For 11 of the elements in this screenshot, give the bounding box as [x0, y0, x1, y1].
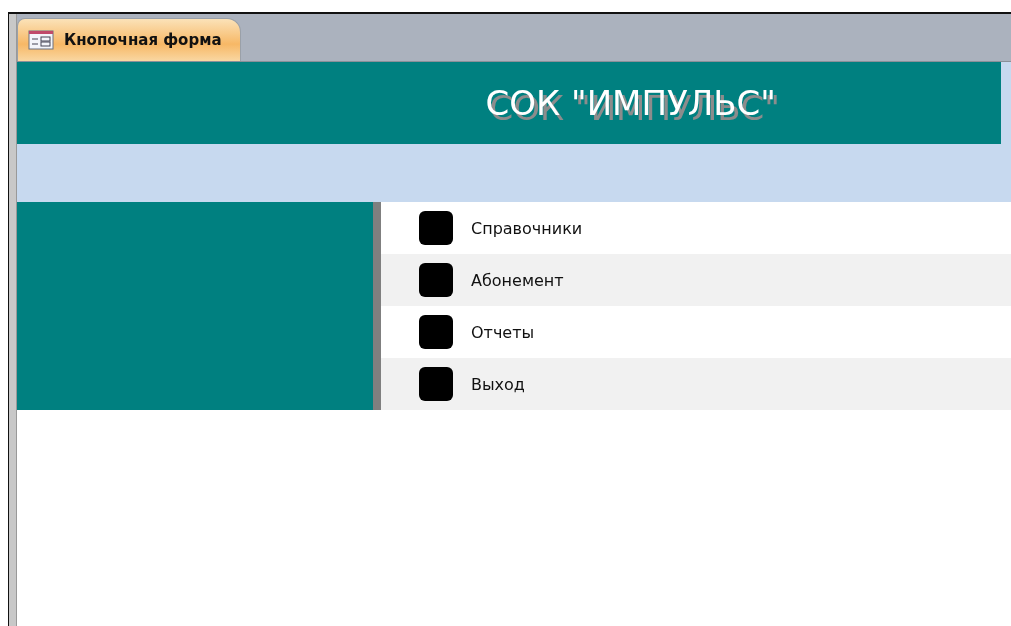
- form-icon: [28, 30, 54, 50]
- menu-button[interactable]: [419, 263, 453, 297]
- menu-label: Отчеты: [471, 322, 535, 342]
- menu-label: Выход: [471, 374, 525, 394]
- menu-label: Справочники: [471, 218, 583, 238]
- menu-button[interactable]: [419, 211, 453, 245]
- menu-button[interactable]: [419, 367, 453, 401]
- form-tab[interactable]: Кнопочная форма: [17, 18, 241, 61]
- form-title: СОК "ИМПУЛЬС": [485, 83, 776, 123]
- menu-label: Абонемент: [471, 270, 564, 290]
- menu-button[interactable]: [419, 315, 453, 349]
